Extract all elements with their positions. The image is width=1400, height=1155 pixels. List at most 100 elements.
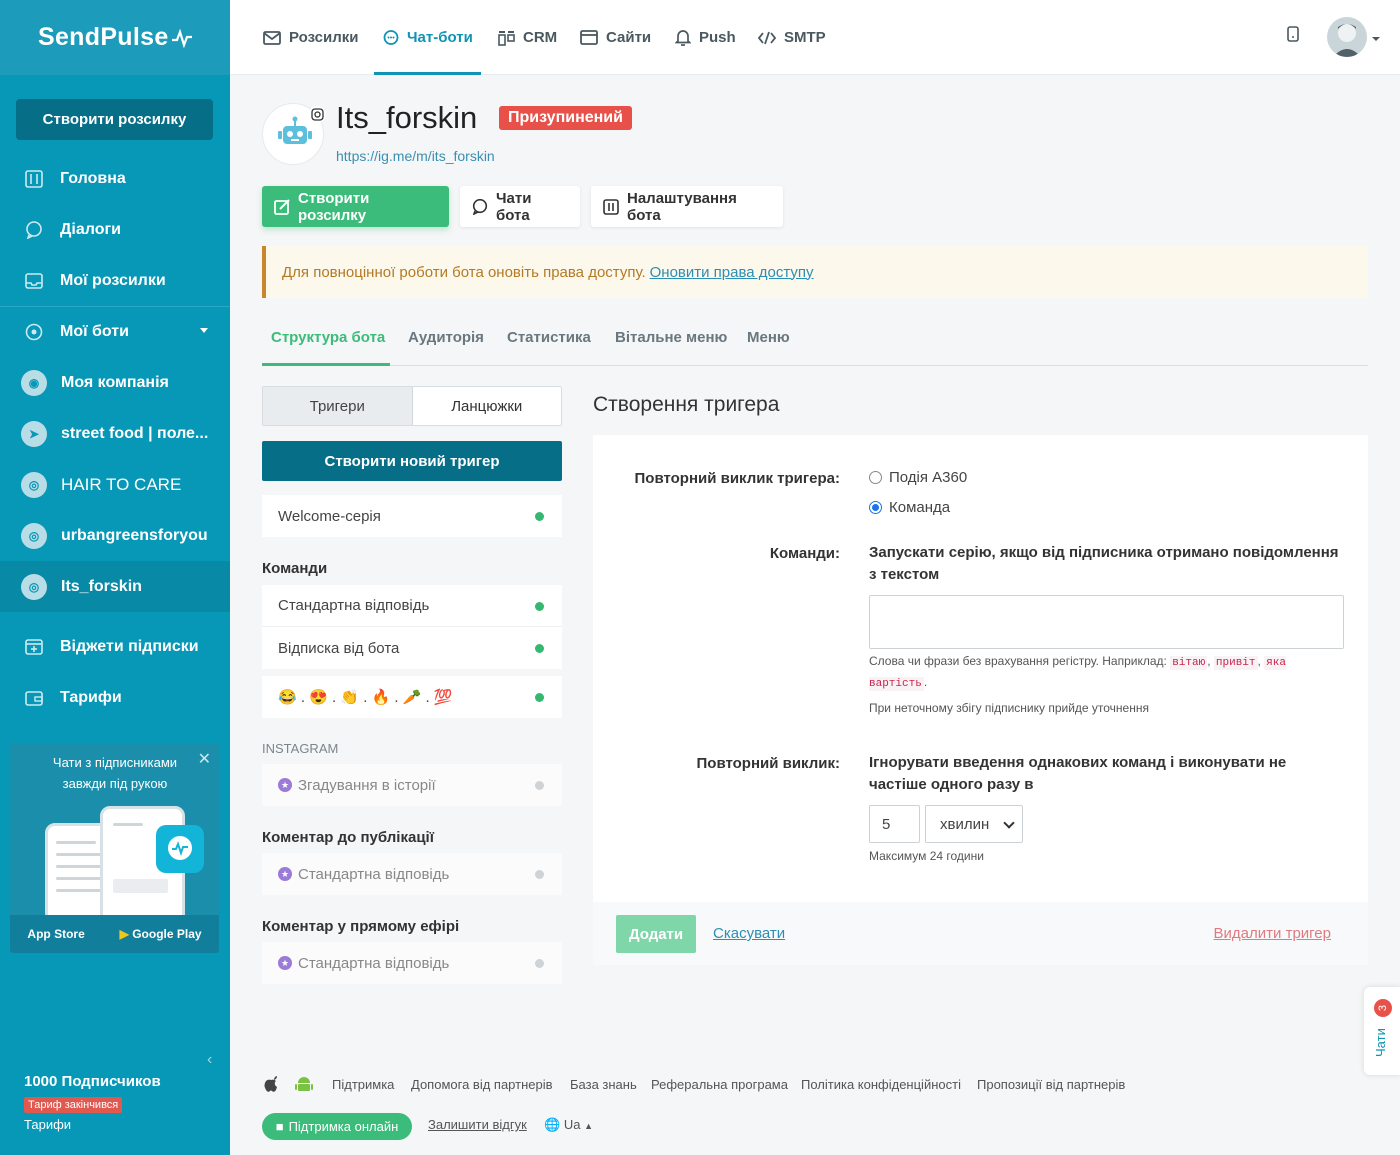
dashboard-icon: [24, 169, 44, 189]
radio-event-a360[interactable]: Подія A360: [869, 469, 967, 486]
apple-icon[interactable]: [263, 1075, 279, 1096]
trigger-standard-reply[interactable]: Стандартна відповідь: [262, 585, 562, 627]
avatar[interactable]: [1327, 17, 1367, 57]
inactive-dot: [535, 959, 544, 968]
footer-link-partners-help[interactable]: Допомога від партнерів: [411, 1077, 553, 1092]
trigger-post-comment[interactable]: ★ Стандартна відповідь: [262, 853, 562, 895]
google-play-link[interactable]: ▶ Google Play: [120, 927, 202, 941]
delete-trigger-link[interactable]: Видалити тригер: [1214, 925, 1331, 942]
tab-menu[interactable]: Меню: [747, 329, 790, 346]
footer-link-privacy[interactable]: Політика конфіденційності: [801, 1077, 961, 1092]
store-links: App Store ▶ Google Play: [10, 915, 219, 953]
sidebar: SendPulse Створити розсилку Головна Діал…: [0, 0, 230, 1155]
promo-text: Чати з підписниками завжди під рукою: [52, 755, 178, 791]
tab-statistics[interactable]: Статистика: [507, 329, 591, 346]
triggers-chains-toggle: Тригери Ланцюжки: [262, 386, 562, 426]
bot-name: Its_forskin: [336, 100, 478, 135]
android-icon[interactable]: [295, 1075, 313, 1096]
subscribers-count: 1000 Подписчиков: [24, 1073, 161, 1090]
trigger-story-mention[interactable]: ★ Згадування в історії: [262, 764, 562, 806]
footer-link-partner-offers[interactable]: Пропозиції від партнерів: [977, 1077, 1125, 1092]
footer-link-referral[interactable]: Реферальна програма: [651, 1077, 788, 1092]
bot-link[interactable]: https://ig.me/m/its_forskin: [336, 148, 495, 164]
trigger-emoji[interactable]: 😂 . 😍 . 👏 . 🔥 . 🥕 . 💯: [262, 676, 562, 718]
google-play-icon: ▶: [119, 927, 129, 941]
permissions-alert: Для повноцінної роботи бота оновіть прав…: [262, 246, 1368, 298]
tariffs-link[interactable]: Тарифи: [24, 1117, 71, 1132]
status-badge: Призупинений: [499, 106, 632, 130]
sidebar-item-tariffs[interactable]: Тарифи: [0, 672, 230, 723]
example-code: вітаю: [1170, 656, 1208, 670]
trigger-form: Повторний виклик тригера: Подія A360 Ком…: [593, 435, 1368, 965]
live-comment-section-title: Коментар у прямому ефірі: [262, 918, 460, 935]
nav-chatbots[interactable]: Чат-боти: [383, 0, 473, 75]
sidebar-item-dialogs[interactable]: Діалоги: [0, 204, 230, 255]
star-icon: ★: [278, 867, 292, 881]
sidebar-item-widgets[interactable]: Віджети підписки: [0, 621, 230, 672]
max-interval-hint: Максимум 24 години: [869, 849, 984, 863]
radio-button[interactable]: [869, 471, 882, 484]
bot-chats-button[interactable]: Чати бота: [460, 186, 580, 227]
form-title: Створення тригера: [593, 393, 780, 416]
segment-triggers[interactable]: Тригери: [263, 387, 413, 425]
language-selector[interactable]: 🌐 Ua ▲: [544, 1117, 593, 1133]
trigger-welcome[interactable]: Welcome-серія: [262, 495, 562, 537]
collapse-sidebar-icon[interactable]: ‹: [207, 1051, 212, 1069]
chats-count-badge: 3: [1374, 999, 1392, 1017]
sidebar-item-its-forskin[interactable]: ◎ Its_forskin: [0, 561, 230, 612]
nav-push[interactable]: Push: [675, 0, 736, 75]
tab-welcome-menu[interactable]: Вітальне меню: [615, 329, 727, 346]
chevron-down-icon[interactable]: [1372, 37, 1380, 41]
radio-button-selected[interactable]: [869, 501, 882, 514]
star-icon: ★: [278, 956, 292, 970]
commands-input[interactable]: [869, 595, 1344, 649]
telegram-icon: ➤: [21, 420, 47, 447]
footer-link-support[interactable]: Підтримка: [332, 1077, 394, 1092]
footer-link-knowledge-base[interactable]: База знань: [570, 1077, 637, 1092]
close-icon[interactable]: ✕: [198, 749, 211, 769]
sidebar-item-street-food[interactable]: ➤ street food | поле...: [0, 408, 230, 459]
chats-widget[interactable]: 3 Чати: [1364, 987, 1400, 1075]
leave-feedback-link[interactable]: Залишити відгук: [428, 1117, 527, 1132]
star-icon: ★: [278, 778, 292, 792]
bot-settings-button[interactable]: Налаштування бота: [591, 186, 783, 227]
crm-icon: [498, 30, 515, 46]
active-dot: [535, 512, 544, 521]
radio-command[interactable]: Команда: [869, 499, 950, 516]
tab-structure[interactable]: Структура бота: [271, 329, 385, 346]
instagram-icon: ◎: [21, 573, 47, 600]
online-support-button[interactable]: ■ Підтримка онлайн: [262, 1113, 412, 1140]
interval-unit-select[interactable]: хвилин: [925, 805, 1023, 843]
nav-smtp[interactable]: SMTP: [758, 0, 826, 75]
create-trigger-button[interactable]: Створити новий тригер: [262, 441, 562, 481]
interval-input[interactable]: 5: [869, 805, 920, 843]
fuzzy-match-hint: При неточному збігу підписнику прийде ут…: [869, 701, 1149, 715]
sidebar-item-urbangreens[interactable]: ◎ urbangreensforyou: [0, 510, 230, 561]
trigger-live-comment[interactable]: ★ Стандартна відповідь: [262, 942, 562, 984]
logo[interactable]: SendPulse: [0, 0, 230, 75]
nav-sites[interactable]: Сайти: [580, 0, 651, 75]
pulse-icon: [171, 28, 192, 48]
trigger-unsubscribe[interactable]: Відписка від бота: [262, 627, 562, 669]
segment-chains[interactable]: Ланцюжки: [412, 387, 561, 425]
chevron-down-icon[interactable]: [200, 328, 208, 333]
sidebar-item-my-campaigns[interactable]: Мої розсилки: [0, 255, 230, 306]
update-permissions-link[interactable]: Оновити права доступу: [650, 264, 814, 281]
cancel-link[interactable]: Скасувати: [713, 925, 785, 942]
sidebar-item-my-bots[interactable]: Мої боти: [0, 306, 230, 357]
bot-tabs: Структура бота Аудиторія Статистика Віта…: [262, 320, 1368, 366]
mobile-icon[interactable]: [1287, 26, 1299, 45]
create-campaign-button[interactable]: Створити розсилку: [262, 186, 449, 227]
nav-crm[interactable]: CRM: [498, 0, 557, 75]
wallet-icon: [24, 688, 44, 708]
chat-bubble-icon: [472, 198, 488, 215]
add-button[interactable]: Додати: [616, 915, 696, 953]
chevron-up-icon: ▲: [584, 1121, 593, 1131]
app-store-link[interactable]: App Store: [27, 927, 84, 941]
tab-audience[interactable]: Аудиторія: [408, 329, 484, 346]
sidebar-item-hair-to-care[interactable]: ◎ HAIR TO CARE: [0, 459, 230, 510]
sidebar-item-home[interactable]: Головна: [0, 153, 230, 204]
create-campaign-button[interactable]: Створити розсилку: [16, 99, 213, 140]
nav-campaigns[interactable]: Розсилки: [263, 0, 359, 75]
sidebar-item-my-company[interactable]: ◉ Моя компанія: [0, 357, 230, 408]
